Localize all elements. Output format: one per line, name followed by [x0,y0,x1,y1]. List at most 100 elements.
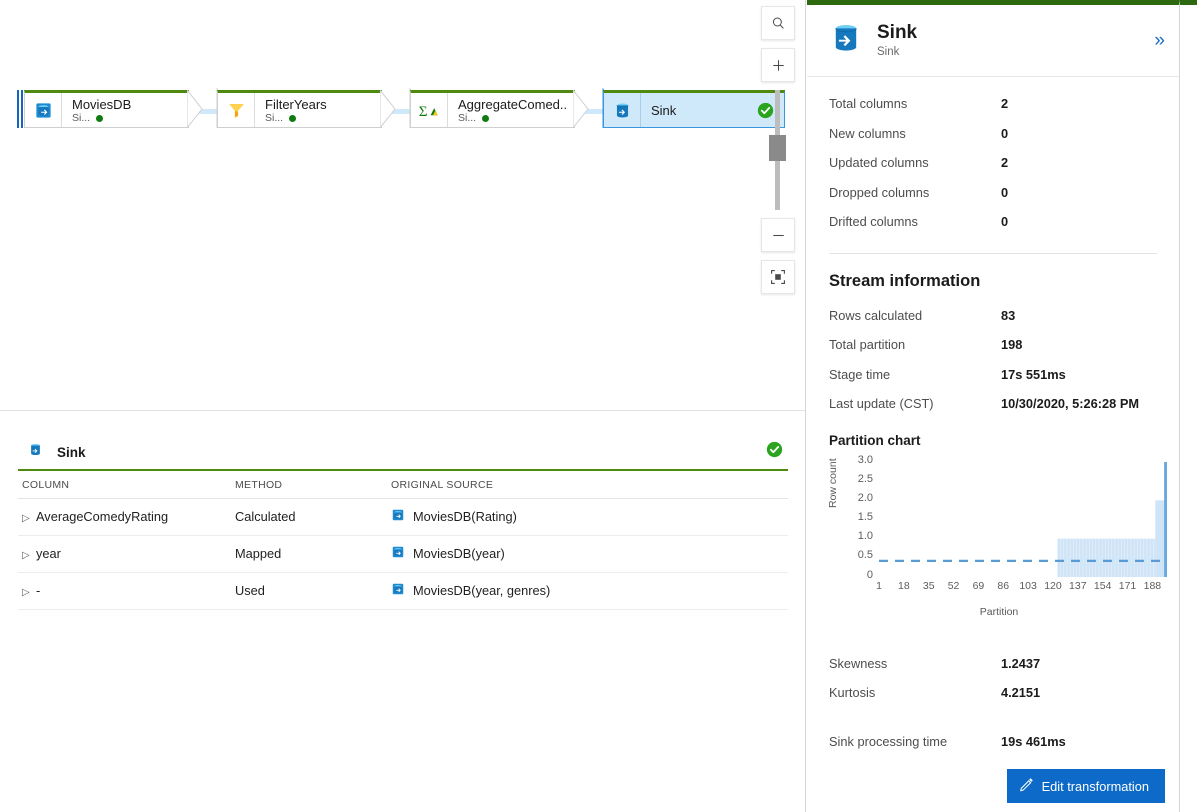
node-subtitle: Si... [458,112,477,124]
table-row[interactable]: ▷ - Used MoviesDB(year, genres) [18,572,788,610]
stat-label: Dropped columns [829,184,930,200]
ok-dot-icon [482,115,490,122]
details-panel-subtitle: Sink [877,45,900,58]
row-column-name: year [36,546,61,561]
chart-x-tick: 188 [1143,579,1162,592]
inspect-table: COLUMN METHOD ORIGINAL SOURCE ▷ AverageCo… [18,473,788,610]
details-panel-titles: Sink Sink [877,22,917,60]
stat-label: Total partition [829,337,906,353]
node-subtitle-row: Si... [265,112,373,125]
chart-x-tick: 103 [1019,579,1037,592]
row-column-cell: ▷ AverageComedyRating [18,498,231,536]
node-title: FilterYears [265,97,327,112]
stat-value: 0 [1001,214,1009,230]
node-arrow-cap [380,90,396,128]
column-header-column: COLUMN [18,473,231,499]
chart-x-tick: 171 [1118,579,1137,592]
inspect-accent-rule [18,469,788,471]
sink-database-icon [28,442,43,462]
stat-label: Last update (CST) [829,396,934,412]
node-arrow-cap [573,90,589,128]
chevron-double-right-icon[interactable]: » [1154,31,1165,50]
zoom-in-icon[interactable] [761,48,795,82]
node-body: AggregateComed... Si... [448,93,574,127]
stat-value: 83 [1001,307,1016,323]
stat-total-partition: Total partition 198 [807,330,1179,360]
chart-x-tick: 154 [1093,579,1112,592]
canvas-toolbar[interactable] [761,6,795,302]
chart-x-tick: 86 [997,579,1010,592]
chart-y-tick: 0 [866,568,873,581]
chart-svg [879,461,1167,577]
chart-bar [1155,499,1165,577]
node-title: Sink [651,103,677,118]
partition-chart-title: Partition chart [829,432,921,448]
row-column-cell: ▷ year [18,535,231,573]
data-flow-canvas[interactable]: MoviesDB Si... FilterYears Si... Σ Aggre… [0,0,805,411]
ok-dot-icon [96,115,104,122]
table-row[interactable]: ▷ AverageComedyRating Calculated MoviesD… [18,498,788,536]
right-gutter [1180,0,1197,812]
inspect-panel: Sink COLUMN METHOD ORIGINAL SOURCE ▷ Ave… [0,411,805,812]
stat-label: New columns [829,125,906,141]
column-header-original-source: ORIGINAL SOURCE [387,473,788,499]
stat-value: 0 [1001,184,1009,200]
node-body: FilterYears Si... [255,93,381,127]
node-title: MoviesDB [72,97,132,112]
chart-x-ticks: 1 18 35 52 69 86 103 120 137 154 171 188 [876,579,1167,596]
gutter-accent-bar [1180,0,1197,5]
stat-new-columns: New columns 0 [807,119,1179,149]
expand-caret-icon[interactable]: ▷ [22,513,36,524]
table-row[interactable]: ▷ year Mapped MoviesDB(year) [18,535,788,573]
stat-value: 2 [1001,155,1009,171]
chart-x-tick: 35 [922,579,935,592]
row-column-cell: ▷ - [18,572,231,610]
stat-value: 198 [1001,337,1023,353]
row-source-label: MoviesDB(Rating) [413,509,517,524]
node-subtitle: Si... [265,112,284,124]
stat-kurtosis: Kurtosis 4.2151 [807,678,1179,708]
edit-transformation-label: Edit transformation [1041,778,1149,794]
table-header-row: COLUMN METHOD ORIGINAL SOURCE [18,473,788,499]
left-region: MoviesDB Si... FilterYears Si... Σ Aggre… [0,0,806,812]
stream-information-title: Stream information [829,271,981,290]
expand-caret-icon[interactable]: ▷ [22,550,36,561]
canvas-node-aggregatecomedy[interactable]: Σ AggregateComed... Si... [410,90,589,128]
details-panel: Sink Sink » Total columns 2 New columns … [807,0,1180,812]
stat-value: 0 [1001,125,1009,141]
chart-y-ticks: 3.0 2.5 2.0 1.5 1.0 0.5 0 [839,453,873,581]
chart-y-tick: 2.5 [857,472,873,485]
stat-value: 10/30/2020, 5:26:28 PM [1001,396,1140,412]
node-subtitle: Si... [72,112,91,124]
chart-x-tick: 137 [1069,579,1087,592]
stat-label: Skewness [829,655,888,671]
sink-database-icon [604,93,641,127]
zoom-slider-thumb[interactable] [769,135,786,161]
chart-y-tick: 3.0 [857,453,873,466]
zoom-slider[interactable] [761,90,793,210]
inspect-header: Sink [0,437,805,467]
chart-x-tick: 52 [947,579,960,592]
stat-value: 17s 551ms [1001,366,1066,382]
node-selection-bars [17,90,25,128]
canvas-node-sink[interactable]: Sink [603,90,785,128]
svg-text:Σ: Σ [419,104,428,120]
data-flow-debug-screen: MoviesDB Si... FilterYears Si... Σ Aggre… [0,0,1197,812]
row-column-name: - [36,583,41,598]
row-source-cell: MoviesDB(Rating) [387,498,788,536]
stat-dropped-columns: Dropped columns 0 [807,178,1179,208]
search-icon[interactable] [761,6,795,40]
details-panel-header: Sink Sink » [807,5,1179,77]
stat-last-update: Last update (CST) 10/30/2020, 5:26:28 PM [807,389,1179,419]
fit-to-screen-icon[interactable] [761,260,795,294]
ok-check-icon [766,441,783,463]
edit-transformation-button[interactable]: Edit transformation [1006,769,1165,803]
expand-caret-icon[interactable]: ▷ [22,587,36,598]
row-source-label: MoviesDB(year, genres) [413,583,551,598]
canvas-node-moviesdb[interactable]: MoviesDB Si... [17,90,203,128]
stat-stage-time: Stage time 17s 551ms [807,360,1179,390]
zoom-out-icon[interactable] [761,218,795,252]
chart-y-tick: 0.5 [857,549,873,562]
canvas-node-filteryears[interactable]: FilterYears Si... [217,90,396,128]
stat-label: Drifted columns [829,214,918,230]
